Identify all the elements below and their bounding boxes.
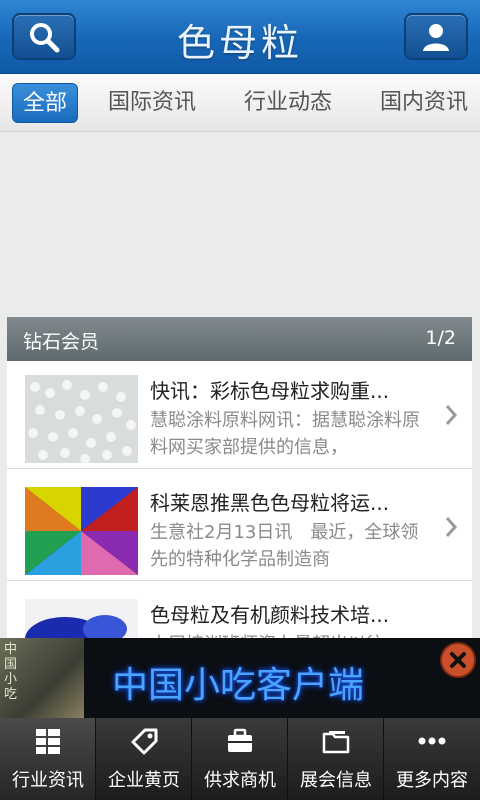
page-indicator: 1/2 <box>425 327 456 349</box>
item-description: 慧聪涂料原料网讯：据慧聪涂料原料网买家部提供的信息， <box>150 410 420 458</box>
list-item[interactable]: 科莱恩推黑色色母粒将运... 生意社2月13日讯 最近，全球领先的特种化学品制造… <box>7 473 472 581</box>
list-item[interactable]: 快讯：彩标色母粒求购重... 慧聪涂料原料网讯：据慧聪涂料原料网买家部提供的信息… <box>7 361 472 469</box>
nav-supply-demand[interactable]: 供求商机 <box>192 718 288 800</box>
ad-image: 中国小吃 <box>0 638 84 718</box>
folder-icon <box>322 731 350 754</box>
user-button[interactable] <box>404 13 468 60</box>
chevron-right-icon <box>445 405 458 425</box>
list-item[interactable]: 色母粒及有机颜料技术培... 本届培训班师资力量超出以往 <box>7 585 472 641</box>
tag-icon <box>131 728 158 755</box>
ad-image-caption: 中国小吃 <box>4 642 18 702</box>
section-title: 钻石会员 <box>23 331 100 353</box>
colorful-pellets-thumbnail <box>25 487 138 575</box>
tab-domestic-news[interactable]: 国内资讯 <box>380 83 468 123</box>
nav-label: 企业黄页 <box>108 770 180 791</box>
ad-text: 中国小吃客户端 <box>112 665 365 706</box>
app-header: 色母粒 <box>0 0 480 74</box>
category-tabs: 全部 国际资讯 行业动态 国内资讯 <box>0 74 480 132</box>
tab-international-news[interactable]: 国际资讯 <box>108 83 196 123</box>
item-description: 生意社2月13日讯 最近，全球领先的特种化学品制造商 <box>150 522 419 570</box>
item-title: 色母粒及有机颜料技术培... <box>150 603 390 627</box>
diamond-member-header: 钻石会员 1/2 <box>7 317 472 361</box>
bottom-nav: 行业资讯 企业黄页 供求商机 展会信息 更多内容 <box>0 718 480 800</box>
pellets-thumbnail <box>25 375 138 463</box>
close-icon <box>450 652 466 668</box>
ad-banner[interactable]: 中国小吃 中国小吃客户端 <box>0 638 480 718</box>
item-title: 科莱恩推黑色色母粒将运... <box>150 491 390 515</box>
user-icon <box>423 23 449 51</box>
nav-exhibitions[interactable]: 展会信息 <box>288 718 384 800</box>
tab-all[interactable]: 全部 <box>12 83 79 123</box>
chevron-right-icon <box>445 517 458 537</box>
nav-label: 行业资讯 <box>12 770 84 791</box>
news-list: 快讯：彩标色母粒求购重... 慧聪涂料原料网讯：据慧聪涂料原料网买家部提供的信息… <box>7 361 472 641</box>
tab-industry-news[interactable]: 行业动态 <box>244 83 332 123</box>
nav-industry-news[interactable]: 行业资讯 <box>0 718 96 800</box>
item-title: 快讯：彩标色母粒求购重... <box>150 379 390 403</box>
grid-icon <box>36 729 60 754</box>
nav-more[interactable]: 更多内容 <box>384 718 480 800</box>
nav-label: 更多内容 <box>396 770 468 791</box>
close-ad-button[interactable] <box>440 642 476 678</box>
more-icon <box>418 737 446 745</box>
pigment-thumbnail <box>25 599 138 641</box>
nav-company-directory[interactable]: 企业黄页 <box>96 718 192 800</box>
briefcase-icon <box>228 728 252 752</box>
nav-label: 展会信息 <box>300 770 372 791</box>
nav-label: 供求商机 <box>204 770 276 791</box>
